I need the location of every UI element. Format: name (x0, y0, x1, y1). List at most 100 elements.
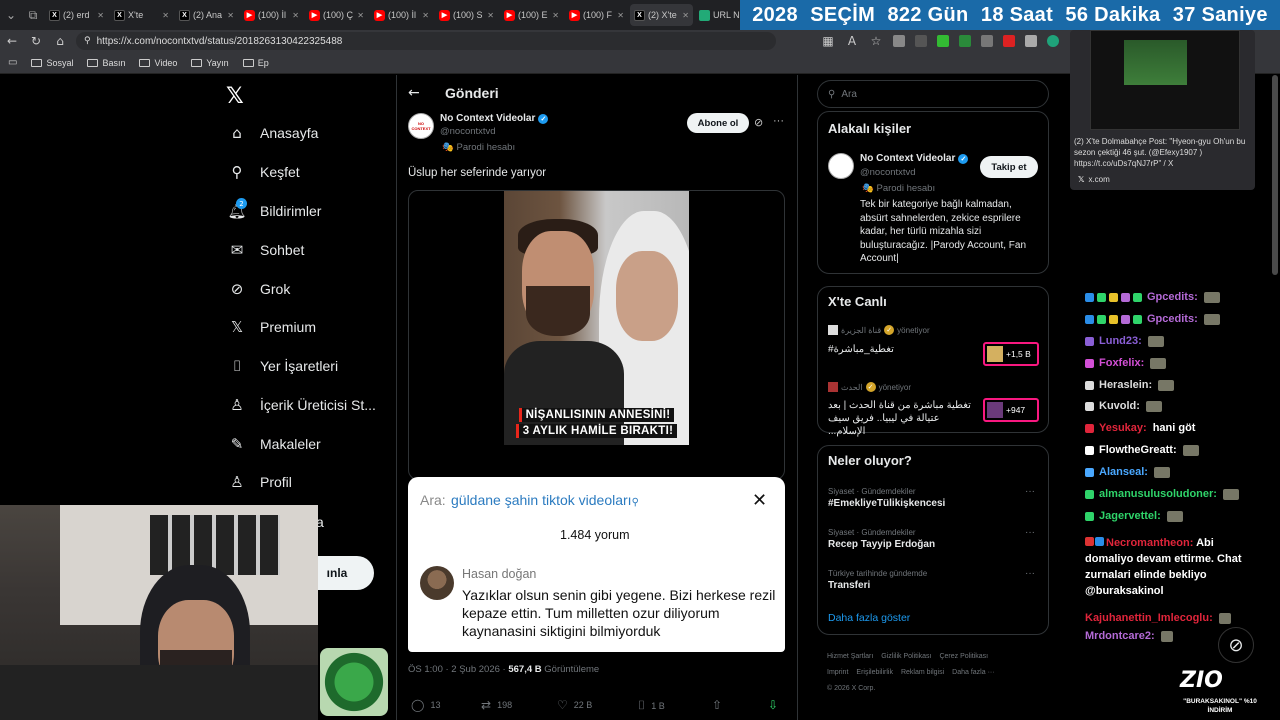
url-field[interactable]: ⚲ https://x.com/nocontxtvd/status/201826… (76, 32, 776, 50)
close-tab-icon[interactable]: ✕ (227, 11, 234, 20)
site-info-icon[interactable]: ⚲ (84, 36, 91, 46)
repost-button[interactable]: ⇄ 198 (481, 698, 512, 712)
nav-item[interactable]: 🔔︎ 2 Bildirimler (227, 198, 321, 220)
footer-link[interactable]: Daha fazla ··· (952, 669, 994, 676)
author-handle[interactable]: @nocontxtvd (440, 126, 496, 137)
browser-tab[interactable]: X (2) X'te ✕ (630, 4, 693, 26)
back-arrow-icon[interactable]: ← (408, 85, 420, 101)
close-tab-icon[interactable]: ✕ (682, 11, 689, 20)
extension-icon[interactable] (1003, 35, 1015, 47)
browser-tab[interactable]: X (2) erd ✕ (45, 4, 108, 26)
more-options-icon[interactable]: ··· (773, 115, 784, 127)
more-options-icon[interactable]: ··· (1025, 527, 1035, 538)
commenter-avatar[interactable] (420, 566, 454, 600)
extension-icon[interactable] (893, 35, 905, 47)
back-arrow-icon[interactable]: ← (0, 34, 24, 48)
trend-item[interactable]: Transferi (828, 580, 870, 591)
close-tab-icon[interactable]: ✕ (487, 11, 494, 20)
more-options-icon[interactable]: ··· (1025, 568, 1035, 579)
footer-link[interactable]: Gizlilik Politikası (881, 653, 931, 660)
browser-tab[interactable]: ▶ (100) F ✕ (565, 4, 628, 26)
extension-icon[interactable] (1025, 35, 1037, 47)
workspaces-icon[interactable]: ⧉ (22, 0, 44, 30)
tab-menu-icon[interactable]: ⌄ (0, 0, 22, 30)
show-more-link[interactable]: Daha fazla göster (828, 612, 910, 624)
bookmark-folder-sosyal[interactable]: Sosyal (31, 58, 73, 68)
read-aloud-icon[interactable]: A (840, 34, 864, 48)
close-tab-icon[interactable]: ✕ (617, 11, 624, 20)
nav-item[interactable]: ⊘ Grok (228, 280, 291, 298)
close-tab-icon[interactable]: ✕ (552, 11, 559, 20)
nav-item[interactable]: ⌷ Yer İşaretleri (228, 357, 338, 375)
reply-button[interactable]: ◯ 13 (411, 698, 440, 712)
extension-icon[interactable] (1047, 35, 1059, 47)
home-icon[interactable]: ⌂ (48, 34, 72, 48)
trend-item[interactable]: #EmekliyeTülikişkencesi (828, 498, 945, 509)
footer-link[interactable]: Çerez Politikası (939, 653, 988, 660)
trend-item[interactable]: Recep Tayyip Erdoğan (828, 539, 935, 550)
more-options-icon[interactable]: ··· (1025, 486, 1035, 497)
subscribe-button[interactable]: Abone ol (687, 113, 749, 133)
bookmark-button[interactable]: ⌷ 1 B (638, 698, 665, 713)
related-avatar[interactable] (828, 153, 854, 179)
reader-icon[interactable]: ▦ (816, 34, 840, 48)
nav-item[interactable]: ✎ Makaleler (228, 435, 321, 453)
like-button[interactable]: ♡ 22 B (557, 698, 592, 712)
extension-icon[interactable] (959, 35, 971, 47)
nav-item[interactable]: ✉ Sohbet (228, 241, 305, 259)
browser-tab[interactable]: ▶ (100) İl ✕ (240, 4, 303, 26)
close-icon[interactable]: ✕ (752, 490, 767, 511)
live-listeners-badge[interactable]: +947 (983, 398, 1039, 422)
bookmark-folder-yayin[interactable]: Yayın (191, 58, 229, 68)
browser-tab[interactable]: ▶ (100) İl ✕ (370, 4, 433, 26)
close-tab-icon[interactable]: ✕ (97, 11, 104, 20)
footer-link[interactable]: Erişilebilirlik (856, 669, 893, 676)
search-query-link[interactable]: güldane şahin tiktok videoları⚲ (451, 492, 639, 508)
bookmark-folder-basin[interactable]: Basın (87, 58, 125, 68)
nav-item[interactable]: ♙ Profil (228, 473, 292, 491)
share-button[interactable]: ⇧ (712, 698, 722, 712)
favorite-star-icon[interactable]: ☆ (864, 34, 888, 48)
grok-icon[interactable]: ⊘ (754, 116, 763, 129)
live-item-title[interactable]: #تغطية_مباشرة (828, 343, 978, 356)
bookmark-folder-video[interactable]: Video (139, 58, 177, 68)
extension-icon[interactable] (915, 35, 927, 47)
footer-link[interactable]: Hizmet Şartları (827, 653, 873, 660)
search-input[interactable]: ⚲ Ara (817, 80, 1049, 108)
live-item-title[interactable]: تغطية مباشرة من قناة الحدث | بعد عتيالة … (828, 399, 978, 438)
live-source[interactable]: قناة الجزيرة ✓ yönetiyor (828, 325, 930, 335)
follow-button[interactable]: Takip et (980, 156, 1038, 178)
live-source[interactable]: الحدث ✓ yönetiyor (828, 382, 911, 392)
nav-item[interactable]: ♙ İçerik Üreticisi St... (228, 396, 376, 414)
browser-tab[interactable]: X X'te ✕ (110, 4, 173, 26)
author-name[interactable]: No Context Videolar ✓ (440, 113, 549, 124)
related-name[interactable]: No Context Videolar ✓ (860, 153, 969, 164)
related-handle[interactable]: @nocontxtvd (860, 167, 916, 178)
author-avatar[interactable]: NO CONTEXT (408, 113, 434, 139)
commenter-name[interactable]: Hasan doğan (462, 567, 536, 581)
footer-link[interactable]: Imprint (827, 669, 848, 676)
bookmark-folder-ep[interactable]: Ep (242, 58, 269, 68)
close-tab-icon[interactable]: ✕ (357, 11, 364, 20)
extension-icon[interactable] (937, 35, 949, 47)
x-logo-icon[interactable]: 𝕏 (226, 84, 244, 109)
browser-tab[interactable]: ▶ (100) Ç ✕ (305, 4, 368, 26)
nav-item[interactable]: ⚲ Keşfet (228, 163, 300, 181)
nav-item[interactable]: 𝕏 Premium (228, 318, 316, 336)
browser-tab[interactable]: ▶ (100) S ✕ (435, 4, 498, 26)
scrollbar[interactable] (1272, 75, 1278, 275)
close-tab-icon[interactable]: ✕ (422, 11, 429, 20)
reading-list-icon[interactable]: ▭ (8, 57, 17, 68)
reload-icon[interactable]: ↻ (24, 34, 48, 48)
browser-tab[interactable]: X (2) Ana ✕ (175, 4, 238, 26)
post-timestamp[interactable]: ÖS 1:00 · 2 Şub 2026 · (408, 664, 506, 675)
close-tab-icon[interactable]: ✕ (292, 11, 299, 20)
browser-tab[interactable]: ▶ (100) E ✕ (500, 4, 563, 26)
footer-link[interactable]: Reklam bilgisi (901, 669, 944, 676)
download-button[interactable]: ⇩ (768, 698, 778, 712)
grok-icon[interactable]: ⊘ (1218, 627, 1254, 663)
close-tab-icon[interactable]: ✕ (162, 11, 169, 20)
extension-icon[interactable] (981, 35, 993, 47)
live-listeners-badge[interactable]: +1,5 B (983, 342, 1039, 366)
nav-item[interactable]: ⌂ Anasayfa (228, 124, 318, 142)
